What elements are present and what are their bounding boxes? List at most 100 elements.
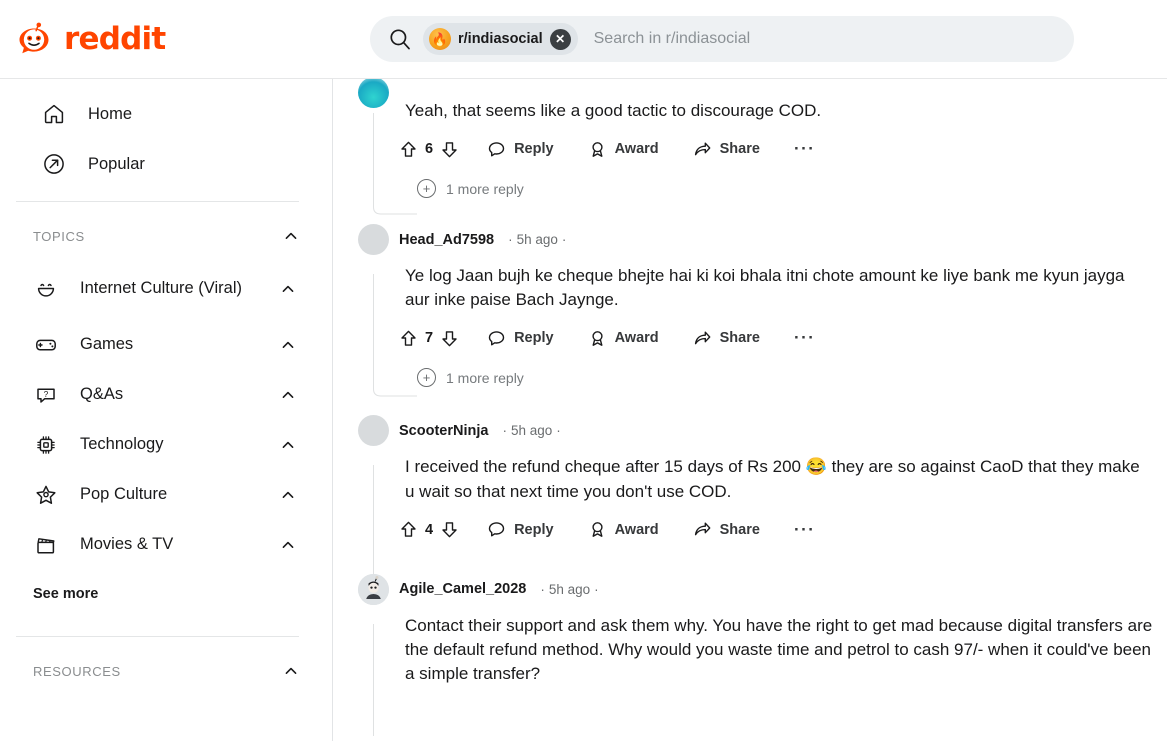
comment-text-part-1: I received the refund cheque after 15 da… bbox=[405, 457, 806, 477]
chevron-up-icon[interactable] bbox=[283, 663, 299, 679]
sidebar-item-label: Technology bbox=[80, 435, 164, 454]
share-button[interactable]: Share bbox=[687, 322, 766, 354]
avatar[interactable] bbox=[358, 415, 389, 447]
comment-bubble-icon bbox=[487, 140, 506, 159]
more-options-button[interactable]: ··· bbox=[788, 514, 821, 546]
upvote-arrow-icon[interactable] bbox=[399, 329, 418, 348]
smiley-face-icon bbox=[33, 276, 59, 302]
sidebar-item-internet-culture[interactable]: Internet Culture (Viral) bbox=[0, 258, 324, 320]
comment-body: Ye log Jaan bujh ke cheque bhejte hai ki… bbox=[405, 266, 1125, 310]
search-bar[interactable]: 🔥 r/indiasocial ✕ bbox=[370, 16, 1074, 62]
more-options-button[interactable]: ··· bbox=[788, 322, 821, 354]
chevron-up-icon[interactable] bbox=[280, 437, 296, 453]
downvote-arrow-icon[interactable] bbox=[440, 329, 459, 348]
reply-label: Reply bbox=[514, 330, 554, 347]
sidebar-item-games[interactable]: Games bbox=[0, 320, 324, 370]
sidebar-item-qas[interactable]: ? Q&As bbox=[0, 370, 324, 420]
thread-line bbox=[373, 623, 374, 736]
vote-group[interactable]: 6 bbox=[399, 140, 459, 159]
award-button[interactable]: Award bbox=[582, 514, 665, 546]
upvote-arrow-icon[interactable] bbox=[399, 140, 418, 159]
vote-group[interactable]: 7 bbox=[399, 329, 459, 348]
more-replies-toggle[interactable]: + 1 more reply bbox=[417, 179, 1167, 199]
sidebar-item-home[interactable]: Home bbox=[8, 89, 324, 139]
sidebar-item-movies-tv[interactable]: Movies & TV bbox=[0, 520, 324, 570]
comment-author[interactable]: Agile_Camel_2028 bbox=[399, 581, 526, 597]
award-label: Award bbox=[614, 521, 659, 538]
thread-line-curve bbox=[373, 380, 417, 397]
reddit-page: reddit 🔥 r/indiasocial ✕ Search in r/ind… bbox=[0, 0, 1167, 741]
reply-button[interactable]: Reply bbox=[481, 322, 560, 354]
comment-item: ScooterNinja · 5h ago · I received the ref… bbox=[334, 415, 1167, 582]
thread-line-curve bbox=[373, 197, 417, 215]
chevron-up-icon[interactable] bbox=[283, 228, 299, 244]
sidebar-item-label: Q&As bbox=[80, 385, 124, 404]
avatar[interactable] bbox=[358, 573, 389, 605]
sidebar-section-resources[interactable]: RESOURCES bbox=[0, 649, 332, 693]
svg-text:?: ? bbox=[44, 389, 49, 399]
reddit-wordmark: reddit bbox=[64, 20, 166, 57]
search-input[interactable] bbox=[593, 30, 1074, 48]
search-icon bbox=[389, 28, 411, 50]
share-button[interactable]: Share bbox=[687, 514, 766, 546]
chevron-up-icon[interactable] bbox=[280, 387, 296, 403]
comment-bubble-icon bbox=[487, 329, 506, 348]
sidebar-item-label: Popular bbox=[88, 154, 145, 173]
comment-body: Contact their support and ask them why. … bbox=[405, 615, 1153, 683]
share-arrow-icon bbox=[693, 329, 712, 348]
sidebar-section-topics[interactable]: TOPICS bbox=[0, 214, 332, 258]
see-more-button[interactable]: See more bbox=[0, 586, 332, 602]
award-medal-icon bbox=[588, 520, 607, 539]
vote-group[interactable]: 4 bbox=[399, 520, 459, 539]
thread-line bbox=[373, 465, 374, 582]
sidebar-item-label: Internet Culture (Viral) bbox=[80, 279, 243, 298]
subreddit-avatar-icon: 🔥 bbox=[429, 28, 451, 50]
comment-timestamp: · 5h ago · bbox=[502, 423, 561, 439]
sidebar-item-technology[interactable]: Technology bbox=[0, 420, 324, 470]
award-button[interactable]: Award bbox=[582, 322, 665, 354]
comment-body: I received the refund cheque after 15 da… bbox=[405, 455, 1145, 503]
close-icon[interactable]: ✕ bbox=[549, 28, 571, 50]
sidebar-item-popular[interactable]: Popular bbox=[8, 139, 324, 189]
downvote-arrow-icon[interactable] bbox=[440, 140, 459, 159]
reply-label: Reply bbox=[514, 141, 554, 158]
section-title: RESOURCES bbox=[33, 663, 121, 679]
comment-author[interactable]: ScooterNinja bbox=[399, 423, 488, 439]
award-button[interactable]: Award bbox=[582, 133, 665, 165]
chevron-up-icon[interactable] bbox=[280, 281, 296, 297]
share-arrow-icon bbox=[693, 140, 712, 159]
reply-button[interactable]: Reply bbox=[481, 133, 560, 165]
award-medal-icon bbox=[588, 329, 607, 348]
comment-timestamp: · 5h ago · bbox=[508, 232, 567, 248]
sidebar-item-label: Home bbox=[88, 104, 133, 123]
chevron-up-icon[interactable] bbox=[280, 537, 296, 553]
downvote-arrow-icon[interactable] bbox=[440, 520, 459, 539]
more-replies-toggle[interactable]: + 1 more reply bbox=[417, 368, 1167, 388]
reddit-logo[interactable]: reddit bbox=[13, 18, 166, 60]
reddit-snoo-logo-icon bbox=[13, 18, 55, 60]
chevron-up-icon[interactable] bbox=[280, 487, 296, 503]
share-button[interactable]: Share bbox=[687, 133, 766, 165]
search-scope-chip[interactable]: 🔥 r/indiasocial ✕ bbox=[423, 23, 578, 55]
comment-author[interactable]: Head_Ad7598 bbox=[399, 232, 494, 248]
left-sidebar: Home Popular TOPICS Internet Culture (Vi… bbox=[0, 79, 333, 741]
sidebar-item-pop-culture[interactable]: Pop Culture bbox=[0, 470, 324, 520]
joy-emoji-icon: 😂 bbox=[805, 457, 827, 477]
chip-icon bbox=[33, 432, 59, 458]
upvote-arrow-icon[interactable] bbox=[399, 520, 418, 539]
comment-header: ScooterNinja · 5h ago · bbox=[358, 415, 1167, 447]
comment-body: Yeah, that seems like a good tactic to d… bbox=[405, 101, 822, 120]
chevron-up-icon[interactable] bbox=[280, 337, 296, 353]
sidebar-item-label: Pop Culture bbox=[80, 485, 168, 504]
avatar[interactable] bbox=[358, 79, 389, 108]
award-medal-icon bbox=[588, 140, 607, 159]
more-options-button[interactable]: ··· bbox=[788, 133, 821, 165]
award-label: Award bbox=[614, 330, 659, 347]
sidebar-item-label: Games bbox=[80, 335, 134, 354]
avatar[interactable] bbox=[358, 224, 389, 256]
reply-button[interactable]: Reply bbox=[481, 514, 560, 546]
plus-icon: + bbox=[417, 179, 436, 199]
comment-timestamp: · 5h ago · bbox=[540, 581, 599, 597]
question-bubble-icon: ? bbox=[33, 382, 59, 408]
comment-item: Yeah, that seems like a good tactic to d… bbox=[334, 79, 1167, 215]
